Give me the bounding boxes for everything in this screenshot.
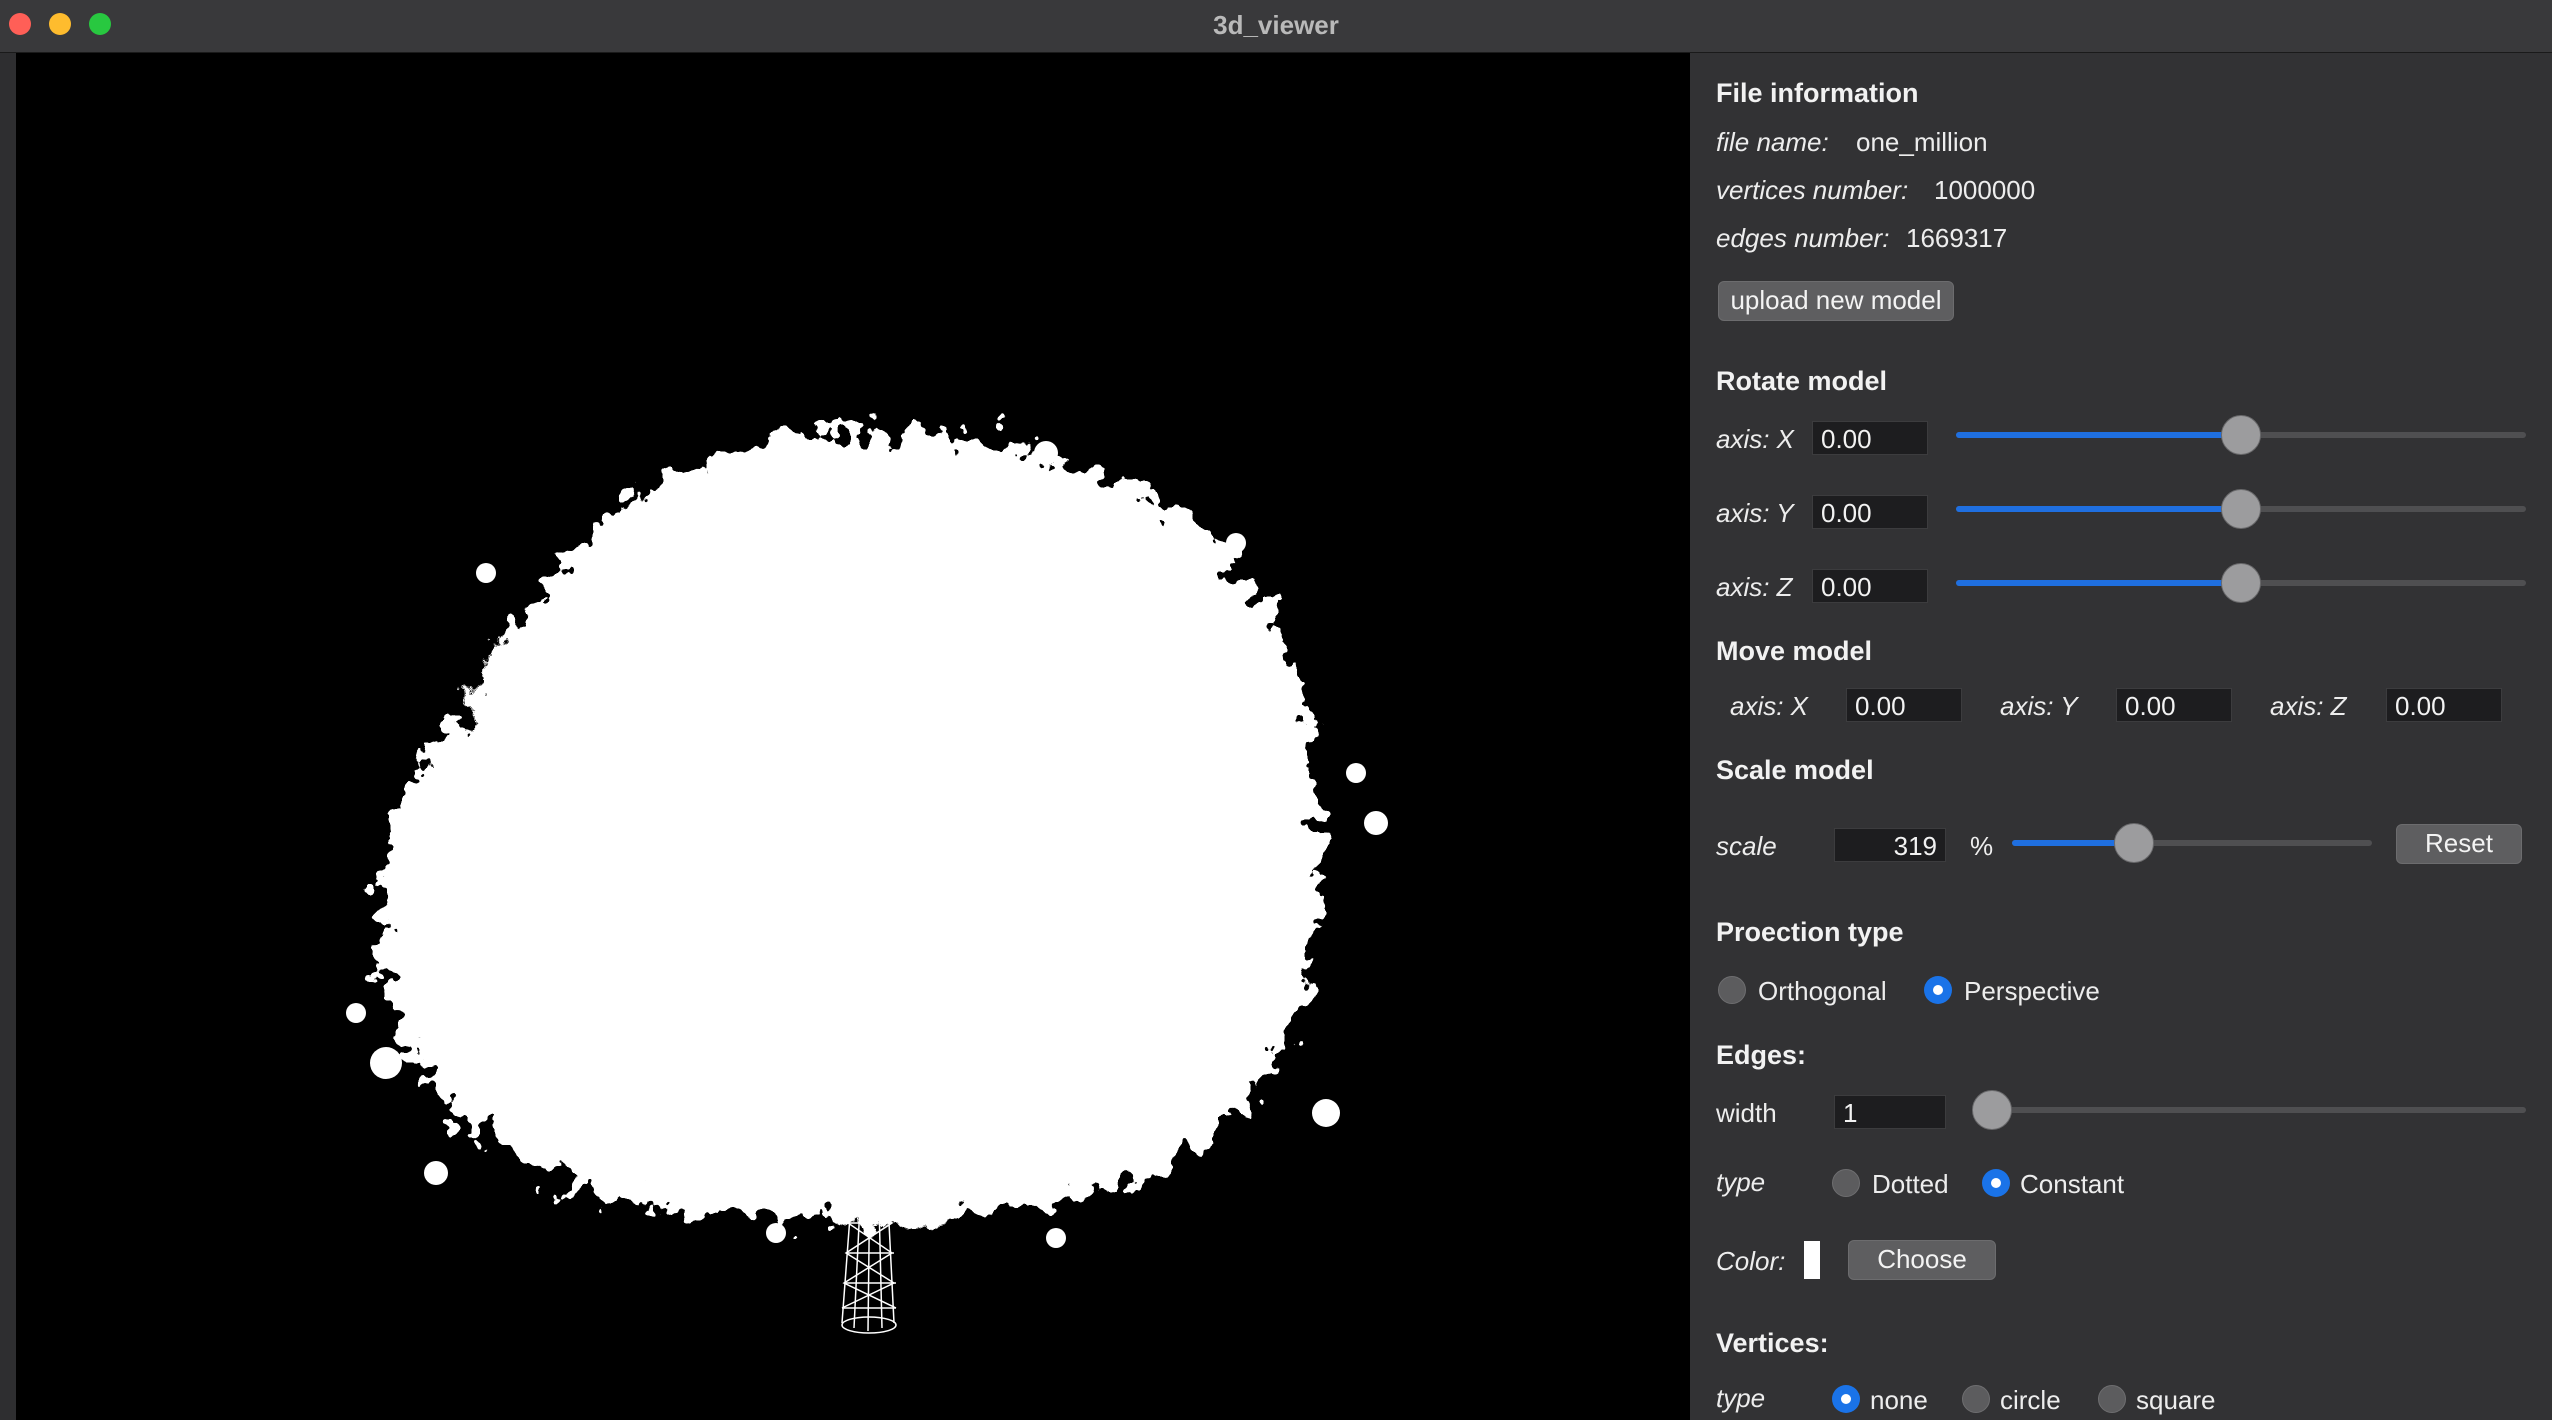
- rotate-z-input[interactable]: 0.00: [1812, 569, 1928, 603]
- rotate-y-input[interactable]: 0.00: [1812, 495, 1928, 529]
- orthogonal-label[interactable]: Orthogonal: [1758, 976, 1887, 1007]
- scale-label: scale: [1716, 831, 1777, 861]
- vertex-type-label: type: [1716, 1383, 1766, 1413]
- constant-radio[interactable]: [1982, 1169, 2010, 1197]
- rotate-model-heading: Rotate model: [1716, 366, 1888, 396]
- rotate-y-slider-handle[interactable]: [2221, 489, 2261, 529]
- vertex-circle-radio[interactable]: [1962, 1385, 1990, 1413]
- move-y-label: axis: Y: [2000, 691, 2078, 721]
- vertex-circle-label[interactable]: circle: [2000, 1385, 2061, 1416]
- edge-color-swatch: [1804, 1241, 1820, 1279]
- move-x-label: axis: X: [1730, 691, 1809, 721]
- foliage-core: [556, 493, 1216, 1093]
- scale-slider-handle[interactable]: [2114, 823, 2155, 863]
- viewport-left-border: [0, 53, 16, 1420]
- perspective-radio[interactable]: [1924, 976, 1952, 1004]
- dotted-label[interactable]: Dotted: [1872, 1169, 1949, 1200]
- file-name-label: file name:: [1716, 127, 1829, 157]
- vertices-number-label: vertices number:: [1716, 175, 1909, 205]
- title-bar: 3d_viewer: [0, 0, 2552, 53]
- edges-number-label: edges number:: [1716, 223, 1890, 253]
- vertex-square-label[interactable]: square: [2136, 1385, 2216, 1416]
- choose-color-button[interactable]: Choose: [1848, 1240, 1996, 1280]
- edge-type-label: type: [1716, 1167, 1766, 1197]
- rotate-y-label: axis: Y: [1716, 498, 1794, 528]
- vertices-heading: Vertices:: [1716, 1328, 1829, 1358]
- scale-slider[interactable]: [2012, 840, 2372, 846]
- vertex-none-label[interactable]: none: [1870, 1385, 1928, 1416]
- constant-label[interactable]: Constant: [2020, 1169, 2124, 1200]
- move-x-input[interactable]: 0.00: [1846, 688, 1962, 722]
- edge-width-label: width: [1716, 1098, 1777, 1128]
- move-model-heading: Move model: [1716, 636, 1873, 666]
- model-viewport[interactable]: [16, 53, 1690, 1420]
- rotate-x-slider-handle[interactable]: [2221, 415, 2261, 455]
- projection-type-heading: Proection type: [1716, 917, 1904, 947]
- rotate-z-label: axis: Z: [1716, 572, 1793, 602]
- edge-width-slider-handle[interactable]: [1972, 1090, 2012, 1130]
- edge-width-slider[interactable]: [1980, 1107, 2526, 1113]
- scale-model-heading: Scale model: [1716, 755, 1874, 785]
- move-z-label: axis: Z: [2270, 691, 2347, 721]
- dotted-radio[interactable]: [1832, 1169, 1860, 1197]
- scale-unit: %: [1970, 831, 1994, 861]
- reset-scale-button[interactable]: Reset: [2396, 824, 2522, 864]
- vertices-number-value: 1000000: [1934, 175, 2036, 205]
- edge-color-label: Color:: [1716, 1246, 1786, 1276]
- tree-wireframe-model: [346, 429, 1388, 1334]
- edges-heading: Edges:: [1716, 1040, 1807, 1070]
- vertex-none-radio[interactable]: [1832, 1385, 1860, 1413]
- rotate-x-label: axis: X: [1716, 424, 1795, 454]
- file-information-heading: File information: [1716, 78, 1919, 108]
- move-y-input[interactable]: 0.00: [2116, 688, 2232, 722]
- window-title: 3d_viewer: [1213, 10, 1339, 40]
- upload-new-model-button[interactable]: upload new model: [1718, 281, 1954, 321]
- edges-number-value: 1669317: [1906, 223, 2008, 253]
- edge-width-input[interactable]: 1: [1834, 1095, 1946, 1129]
- rotate-z-slider-handle[interactable]: [2221, 563, 2261, 603]
- perspective-label[interactable]: Perspective: [1964, 976, 2100, 1007]
- scale-input[interactable]: 319: [1834, 828, 1946, 862]
- file-name-value: one_million: [1856, 127, 1988, 157]
- settings-panel: File information file name: one_million …: [1690, 53, 2552, 1420]
- move-z-input[interactable]: 0.00: [2386, 688, 2502, 722]
- vertex-square-radio[interactable]: [2098, 1385, 2126, 1413]
- rotate-x-input[interactable]: 0.00: [1812, 421, 1928, 455]
- orthogonal-radio[interactable]: [1718, 976, 1746, 1004]
